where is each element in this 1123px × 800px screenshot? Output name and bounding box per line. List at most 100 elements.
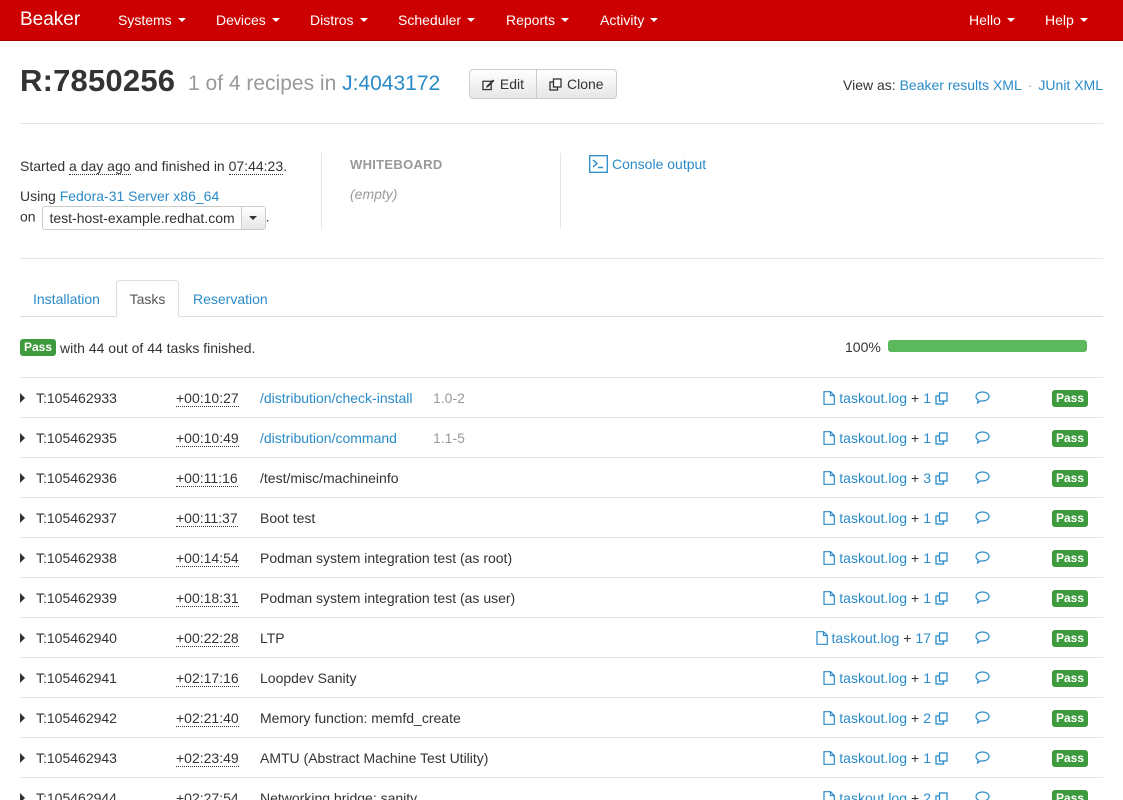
comment-button[interactable] [975,591,990,607]
task-row[interactable]: T:105462936 +00:11:16 /test/misc/machine… [20,457,1103,497]
expand-triangle-icon[interactable] [20,513,25,523]
more-logs-link[interactable]: 2 [923,710,948,726]
more-logs-link[interactable]: 1 [923,750,948,766]
taskout-log-link[interactable]: taskout.log [823,470,907,486]
brand-logo[interactable]: Beaker [20,9,80,31]
more-logs-link[interactable]: 3 [923,470,948,486]
nav-devices[interactable]: Devices [216,12,280,28]
host-dropdown[interactable]: test-host-example.redhat.com [42,206,266,230]
taskout-log-link[interactable]: taskout.log [823,390,907,406]
edit-button[interactable]: Edit [469,69,537,99]
comment-button[interactable] [975,751,990,767]
taskout-log-link[interactable]: taskout.log [823,510,907,526]
expand-triangle-icon[interactable] [20,553,25,563]
console-output-link[interactable]: Console output [589,155,706,173]
expand-triangle-icon[interactable] [20,793,25,800]
expand-triangle-icon[interactable] [20,633,25,643]
expand-triangle-icon[interactable] [20,393,25,403]
task-name-link[interactable]: /distribution/command [260,430,397,446]
expand-triangle-icon[interactable] [20,593,25,603]
task-name-link[interactable]: /distribution/check-install [260,390,413,406]
log-name: taskout.log [839,390,908,406]
task-row[interactable]: T:105462933 +00:10:27 /distribution/chec… [20,377,1103,417]
nav-systems[interactable]: Systems [118,12,186,28]
comment-button[interactable] [975,431,990,447]
job-link[interactable]: J:4043172 [342,72,440,95]
task-row[interactable]: T:105462937 +00:11:37 Boot test taskout.… [20,497,1103,537]
task-row[interactable]: T:105462943 +02:23:49 AMTU (Abstract Mac… [20,737,1103,777]
nav-scheduler[interactable]: Scheduler [398,12,476,28]
expand-triangle-icon[interactable] [20,433,25,443]
nav-label: Activity [600,12,645,28]
task-row[interactable]: T:105462944 +02:27:54 Networking bridge:… [20,777,1103,800]
file-icon [823,471,836,485]
log-count: 1 [923,550,931,566]
beaker-xml-link[interactable]: Beaker results XML [900,77,1022,93]
recipe-status: Pass with 44 out of 44 tasks finished. [20,339,255,356]
comment-button[interactable] [975,391,990,407]
more-logs-link[interactable]: 2 [923,790,948,800]
more-logs-link[interactable]: 1 [923,550,948,566]
junit-xml-link[interactable]: JUnit XML [1038,77,1103,93]
log-name: taskout.log [831,630,900,646]
expand-triangle-icon[interactable] [20,753,25,763]
comment-button[interactable] [975,631,990,647]
host-dropdown-toggle[interactable] [240,207,265,229]
task-row[interactable]: T:105462938 +00:14:54 Podman system inte… [20,537,1103,577]
distro-link[interactable]: Fedora-31 Server x86_64 [60,188,220,204]
taskout-log-link[interactable]: taskout.log [823,590,907,606]
comment-icon [975,591,990,605]
more-logs-link[interactable]: 1 [923,430,948,446]
clone-button[interactable]: Clone [537,69,617,99]
taskout-log-link[interactable]: taskout.log [823,750,907,766]
taskout-log-link[interactable]: taskout.log [823,710,907,726]
more-logs-link[interactable]: 1 [923,590,948,606]
taskout-log-link[interactable]: taskout.log [823,430,907,446]
task-row[interactable]: T:105462935 +00:10:49 /distribution/comm… [20,417,1103,457]
task-row[interactable]: T:105462939 +00:18:31 Podman system inte… [20,577,1103,617]
task-start-time: +00:11:37 [176,510,238,527]
nav-activity[interactable]: Activity [600,12,659,28]
expand-triangle-icon[interactable] [20,673,25,683]
more-logs-link[interactable]: 1 [923,390,948,406]
file-icon [823,791,836,800]
task-row[interactable]: T:105462941 +02:17:16 Loopdev Sanity tas… [20,657,1103,697]
comment-button[interactable] [975,511,990,527]
task-start-time: +02:23:49 [176,750,239,767]
expand-triangle-icon[interactable] [20,473,25,483]
nav-label: Reports [506,12,556,28]
task-result-badge: Pass [1051,430,1088,447]
tab-installation[interactable]: Installation [21,280,112,317]
comment-icon [975,431,990,445]
comment-button[interactable] [975,551,990,567]
more-logs-link[interactable]: 17 [915,630,948,646]
finished-value: 07:44:23 [228,158,284,175]
tab-tasks[interactable]: Tasks [116,280,179,317]
comment-button[interactable] [975,791,990,800]
clone-label: Clone [567,76,604,92]
taskout-log-link[interactable]: taskout.log [815,630,900,646]
nav-distros[interactable]: Distros [310,12,368,28]
recipe-actions: Edit Clone [469,69,617,99]
comment-button[interactable] [975,671,990,687]
log-name: taskout.log [839,510,908,526]
whiteboard-value[interactable]: (empty) [350,186,397,202]
copy-icon [935,511,948,525]
more-logs-link[interactable]: 1 [923,670,948,686]
file-icon [815,631,828,645]
comment-button[interactable] [975,711,990,727]
log-count: 1 [923,510,931,526]
nav-reports[interactable]: Reports [506,12,570,28]
more-logs-link[interactable]: 1 [923,510,948,526]
nav-help[interactable]: Help [1045,12,1088,28]
task-row[interactable]: T:105462940 +00:22:28 LTP taskout.log + … [20,617,1103,657]
tab-reservation[interactable]: Reservation [181,280,280,317]
nav-hello[interactable]: Hello [969,12,1015,28]
started-label: Started [20,158,66,174]
expand-triangle-icon[interactable] [20,713,25,723]
task-row[interactable]: T:105462942 +02:21:40 Memory function: m… [20,697,1103,737]
taskout-log-link[interactable]: taskout.log [823,670,907,686]
taskout-log-link[interactable]: taskout.log [823,790,907,800]
comment-button[interactable] [975,471,990,487]
taskout-log-link[interactable]: taskout.log [823,550,907,566]
